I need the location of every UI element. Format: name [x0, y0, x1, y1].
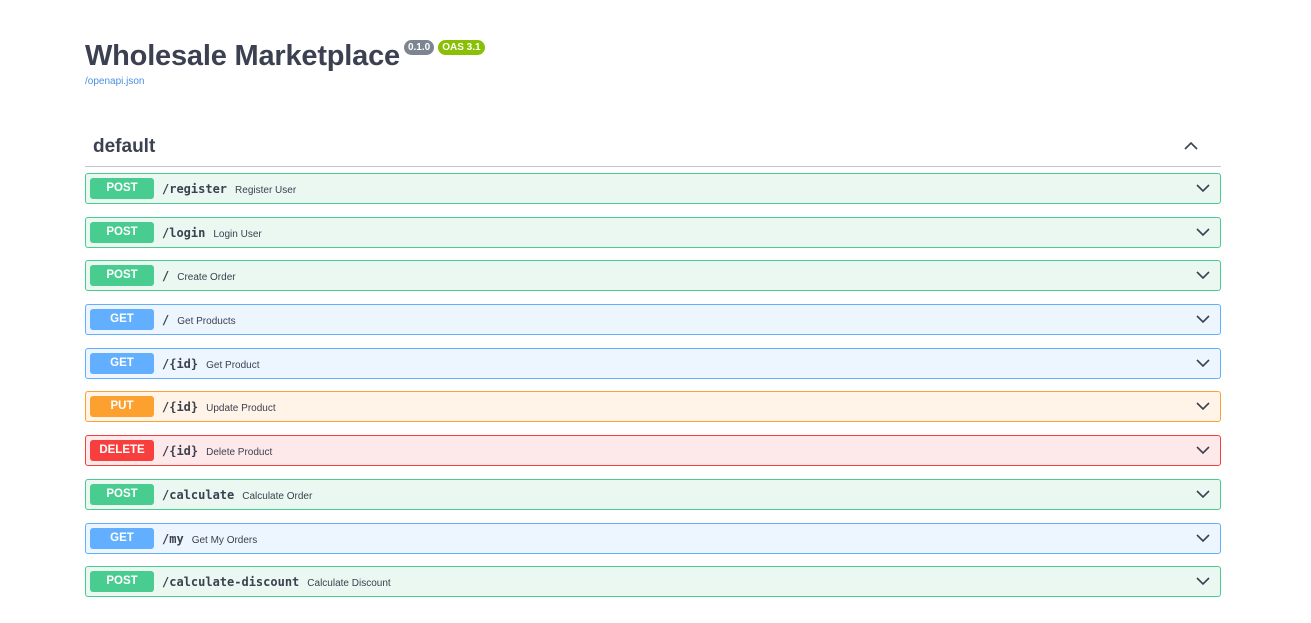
- operation-row[interactable]: POST/calculate Calculate Order: [85, 478, 1221, 510]
- operation-summary: Create Order: [177, 272, 236, 284]
- operation-row[interactable]: GET / Get Products: [85, 304, 1221, 336]
- method-badge: GET: [90, 527, 154, 549]
- operation-summary: Calculate Order: [242, 490, 313, 502]
- method-badge: POST: [90, 265, 154, 287]
- operation-row[interactable]: POST/register Register User: [85, 173, 1221, 204]
- method-badge: GET: [90, 352, 154, 374]
- operation-summary: Delete Product: [206, 447, 273, 459]
- method-badge: DELETE: [90, 440, 154, 462]
- chevron-down-icon[interactable]: [1195, 269, 1211, 281]
- operation-path: /my Get My Orders: [162, 531, 257, 549]
- method-badge: POST: [90, 571, 154, 593]
- path-text: /{id}: [162, 444, 199, 459]
- method-badge: POST: [90, 221, 154, 243]
- operation-summary: Get Product: [206, 359, 260, 371]
- path-text: /: [162, 313, 170, 328]
- operation-path: /{id} Delete Product: [162, 443, 272, 461]
- path-text: /{id}: [162, 400, 199, 415]
- operation-path: /register Register User: [162, 181, 296, 199]
- operations-list: POST/register Register User POST/login Logi…: [85, 173, 1221, 610]
- chevron-down-icon[interactable]: [1195, 400, 1211, 412]
- openapi-json-link[interactable]: /openapi.json: [85, 76, 785, 88]
- path-text: /calculate: [162, 487, 235, 502]
- chevron-down-icon[interactable]: [1195, 226, 1211, 238]
- path-text: /register: [162, 182, 228, 196]
- operation-path: /calculate-discount Calculate Discount: [162, 574, 391, 592]
- operation-row[interactable]: DELETE /{id} Delete Product: [85, 435, 1221, 467]
- oas-badge: OAS 3.1: [438, 40, 485, 55]
- chevron-down-icon[interactable]: [1195, 313, 1211, 325]
- operation-path: /calculate Calculate Order: [162, 487, 312, 505]
- chevron-up-icon[interactable]: [1183, 139, 1199, 153]
- operation-row[interactable]: GET /{id} Get Product: [85, 347, 1221, 379]
- chevron-down-icon[interactable]: [1195, 488, 1211, 500]
- operation-row[interactable]: GET/my Get My Orders: [85, 522, 1221, 554]
- operation-summary: Get My Orders: [191, 534, 258, 546]
- version-badges: 0.1.0 OAS 3.1: [403, 40, 489, 55]
- operation-path: / Get Products: [162, 312, 236, 330]
- path-text: /{id}: [162, 356, 199, 371]
- operation-summary: Get Products: [177, 316, 236, 328]
- operation-summary: Calculate Discount: [307, 578, 391, 590]
- path-text: /my: [162, 531, 184, 546]
- operation-path: /login Login User: [162, 225, 262, 243]
- operation-row[interactable]: PUT /{id} Update Product: [85, 391, 1221, 423]
- operation-summary: Register User: [235, 185, 297, 196]
- operation-path: /{id} Get Product: [162, 356, 259, 374]
- api-title: Wholesale Marketplace: [85, 40, 400, 72]
- chevron-down-icon[interactable]: [1195, 532, 1211, 544]
- version-badge: 0.1.0: [403, 40, 435, 55]
- chevron-down-icon[interactable]: [1195, 444, 1211, 456]
- operation-path: /{id} Update Product: [162, 399, 276, 417]
- tag-name: default: [93, 136, 156, 157]
- path-text: /: [162, 269, 170, 284]
- method-badge: POST: [90, 483, 154, 505]
- path-text: /login: [162, 225, 206, 240]
- operation-path: / Create Order: [162, 268, 236, 286]
- chevron-down-icon[interactable]: [1195, 182, 1211, 194]
- operation-row[interactable]: POST / Create Order: [85, 260, 1221, 292]
- operation-row[interactable]: POST/login Login User: [85, 216, 1221, 248]
- title-row: Wholesale Marketplace 0.1.0 OAS 3.1: [85, 38, 785, 74]
- api-info: Wholesale Marketplace 0.1.0 OAS 3.1 /ope…: [85, 38, 785, 88]
- chevron-down-icon[interactable]: [1195, 575, 1211, 587]
- method-badge: POST: [90, 178, 154, 199]
- chevron-down-icon[interactable]: [1195, 357, 1211, 369]
- operation-summary: Login User: [213, 228, 262, 240]
- tag-section-default[interactable]: default: [85, 126, 1221, 167]
- operation-summary: Update Product: [206, 403, 276, 415]
- operation-row[interactable]: POST/calculate-discount Calculate Discoun…: [85, 566, 1221, 598]
- path-text: /calculate-discount: [162, 575, 300, 590]
- method-badge: PUT: [90, 396, 154, 418]
- method-badge: GET: [90, 309, 154, 331]
